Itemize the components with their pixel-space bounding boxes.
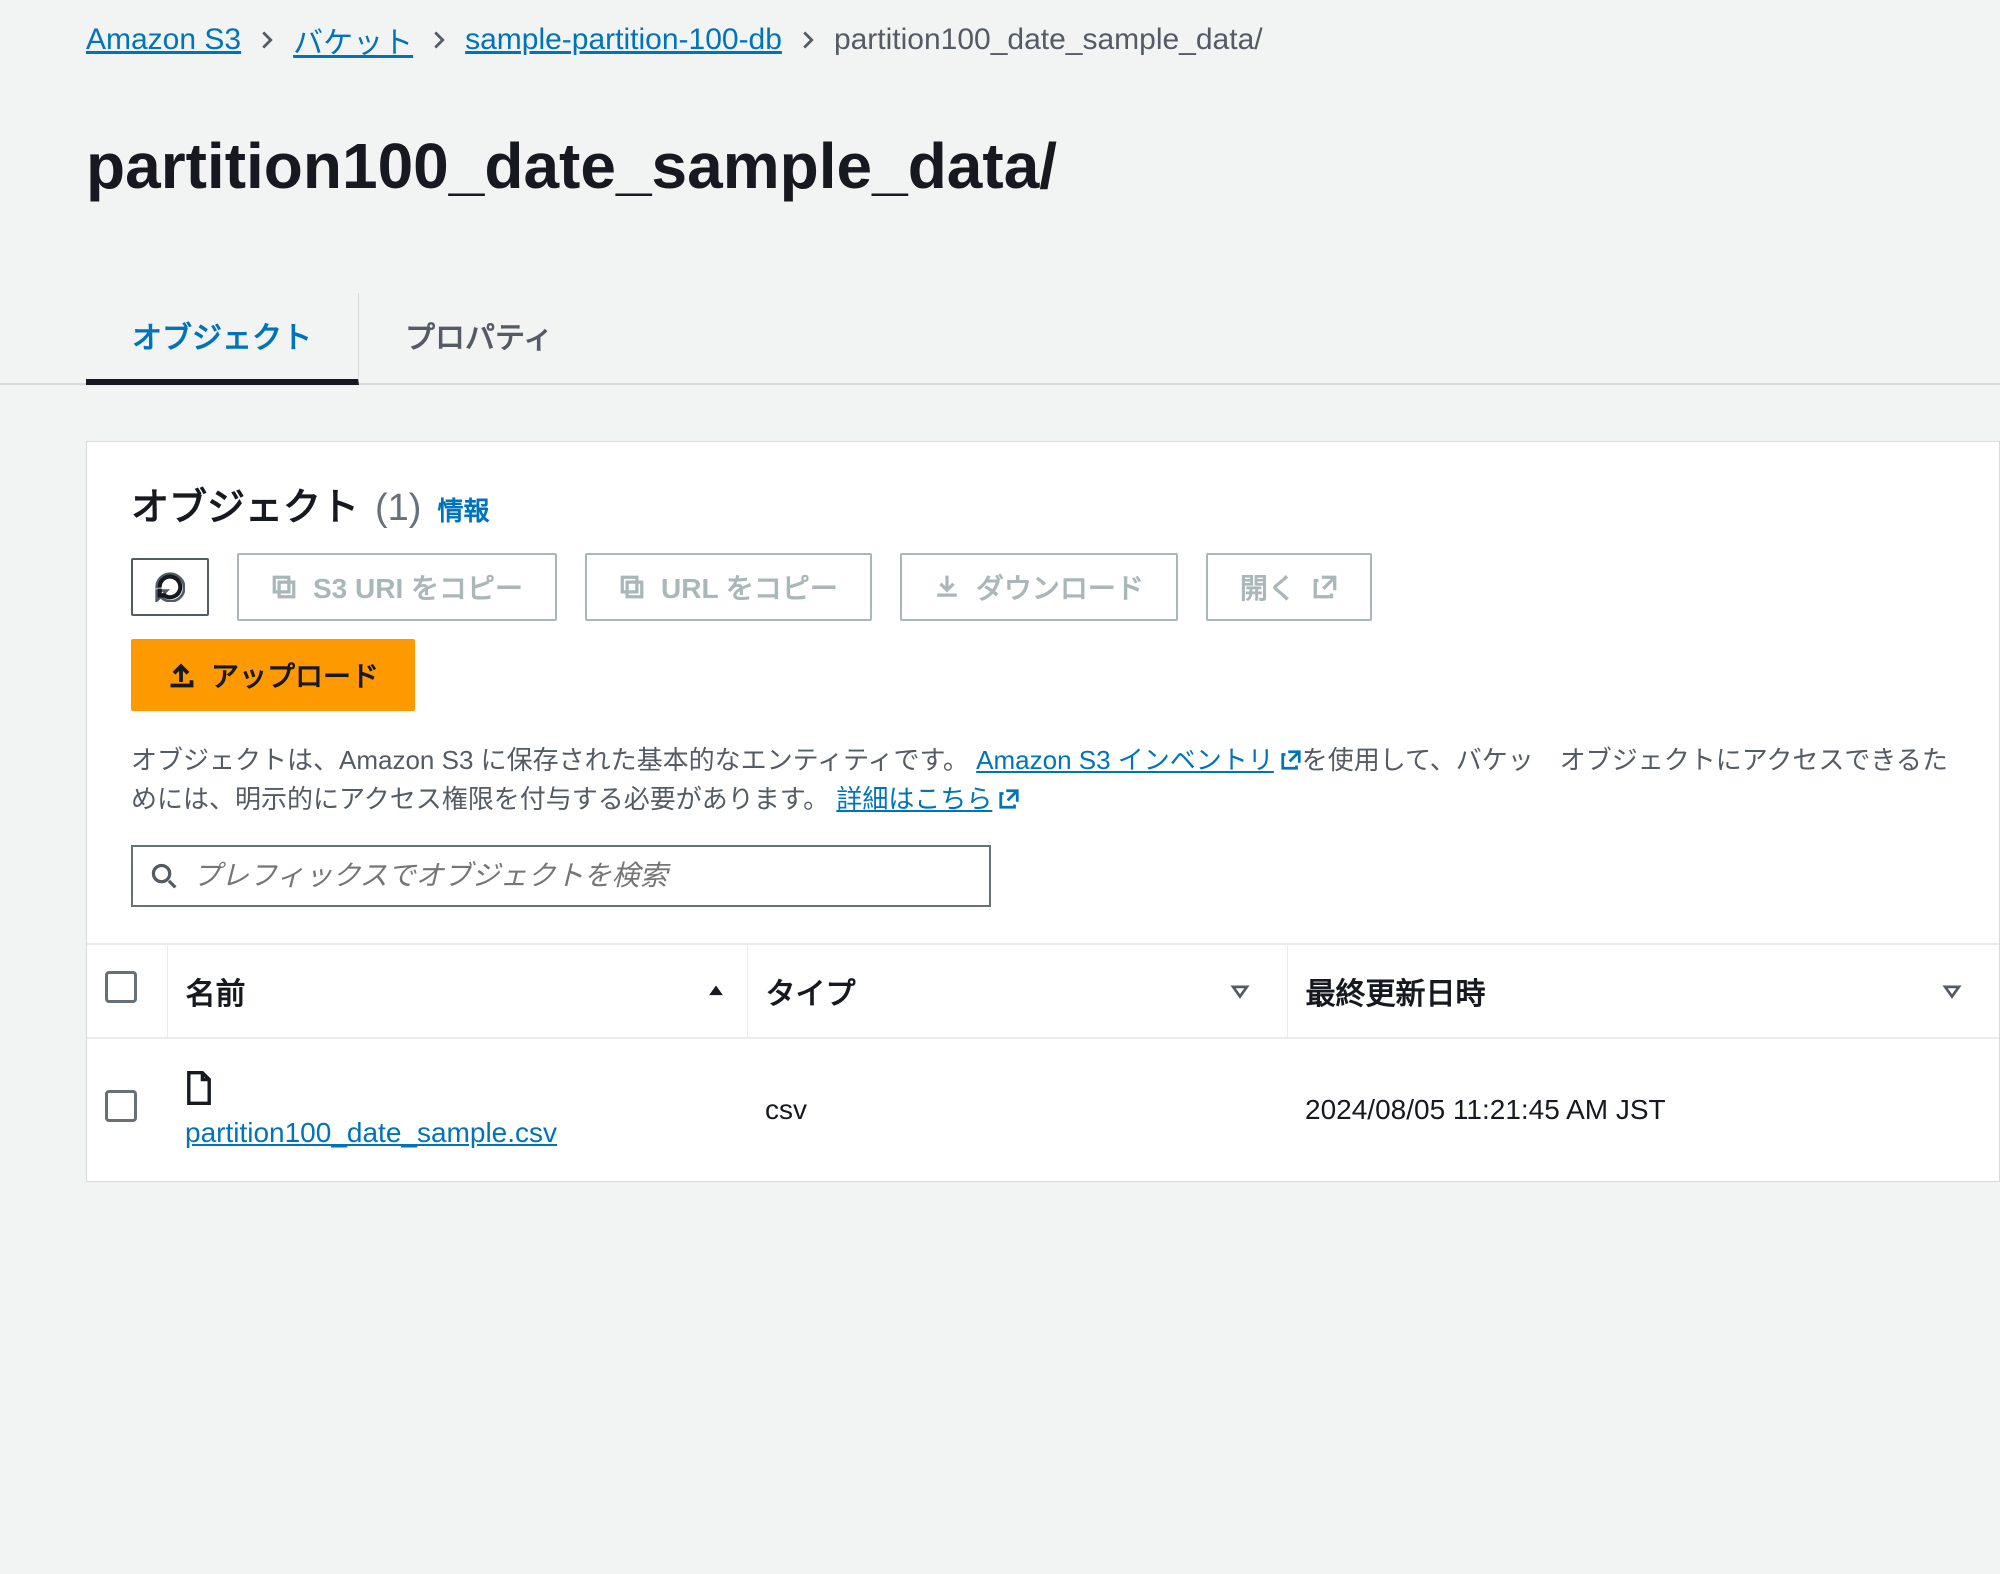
download-button[interactable]: ダウンロード bbox=[900, 553, 1178, 621]
cell-modified: 2024/08/05 11:21:45 AM JST bbox=[1287, 1038, 1999, 1181]
download-icon bbox=[934, 574, 960, 600]
info-link[interactable]: 情報 bbox=[437, 491, 489, 528]
object-name-link[interactable]: partition100_date_sample.csv bbox=[185, 1117, 685, 1149]
external-link-icon bbox=[1280, 749, 1302, 771]
sort-none-icon bbox=[1941, 980, 1963, 1002]
column-header-type[interactable]: タイプ bbox=[747, 944, 1287, 1038]
refresh-icon bbox=[155, 572, 185, 602]
button-label: URL をコピー bbox=[661, 567, 838, 607]
breadcrumb-item-bucket[interactable]: sample-partition-100-db bbox=[465, 23, 782, 57]
breadcrumb-item-buckets[interactable]: バケット bbox=[293, 18, 413, 62]
search-icon bbox=[151, 863, 177, 889]
objects-panel: オブジェクト (1) 情報 S3 URI をコピー bbox=[86, 441, 2000, 1182]
panel-description: オブジェクトは、Amazon S3 に保存された基本的なエンティティです。 Am… bbox=[131, 741, 1955, 819]
button-label: アップロード bbox=[211, 655, 379, 695]
breadcrumb-item-current: partition100_date_sample_data/ bbox=[834, 23, 1263, 57]
button-label: 開く bbox=[1240, 567, 1296, 607]
external-link-icon bbox=[1312, 574, 1338, 600]
column-header-modified[interactable]: 最終更新日時 bbox=[1287, 944, 1999, 1038]
objects-table: 名前 タイプ 最終更新日時 bbox=[87, 943, 1999, 1181]
file-icon bbox=[185, 1071, 729, 1105]
cell-type: csv bbox=[747, 1038, 1287, 1181]
copy-icon bbox=[619, 574, 645, 600]
sort-none-icon bbox=[1229, 980, 1251, 1002]
inventory-link[interactable]: Amazon S3 インベントリ bbox=[976, 741, 1274, 780]
external-link-icon bbox=[998, 788, 1020, 810]
tab-objects[interactable]: オブジェクト bbox=[86, 293, 359, 385]
chevron-right-icon bbox=[257, 30, 277, 50]
row-checkbox[interactable] bbox=[105, 1090, 137, 1122]
column-header-name[interactable]: 名前 bbox=[167, 944, 747, 1038]
refresh-button[interactable] bbox=[131, 558, 209, 616]
chevron-right-icon bbox=[429, 30, 449, 50]
panel-heading: オブジェクト bbox=[131, 476, 359, 531]
copy-s3-uri-button[interactable]: S3 URI をコピー bbox=[237, 553, 557, 621]
copy-icon bbox=[271, 574, 297, 600]
button-label: S3 URI をコピー bbox=[313, 567, 523, 607]
upload-button[interactable]: アップロード bbox=[131, 639, 415, 711]
tabs: オブジェクト プロパティ bbox=[0, 293, 2000, 385]
learn-more-link[interactable]: 詳細はこちら bbox=[836, 780, 992, 819]
breadcrumb: Amazon S3 バケット sample-partition-100-db p… bbox=[0, 0, 2000, 62]
chevron-right-icon bbox=[798, 30, 818, 50]
page-title: partition100_date_sample_data/ bbox=[0, 105, 2000, 213]
search-input[interactable] bbox=[191, 859, 971, 893]
open-button[interactable]: 開く bbox=[1206, 553, 1372, 621]
sort-asc-icon bbox=[705, 980, 727, 1002]
table-row: partition100_date_sample.csv csv 2024/08… bbox=[87, 1038, 1999, 1181]
object-count: (1) bbox=[375, 487, 421, 530]
search-field[interactable] bbox=[131, 845, 991, 907]
tab-properties[interactable]: プロパティ bbox=[359, 293, 599, 383]
select-all-checkbox[interactable] bbox=[105, 971, 137, 1003]
button-label: ダウンロード bbox=[976, 567, 1144, 607]
breadcrumb-item-s3[interactable]: Amazon S3 bbox=[86, 23, 241, 57]
upload-icon bbox=[167, 661, 195, 689]
copy-url-button[interactable]: URL をコピー bbox=[585, 553, 872, 621]
